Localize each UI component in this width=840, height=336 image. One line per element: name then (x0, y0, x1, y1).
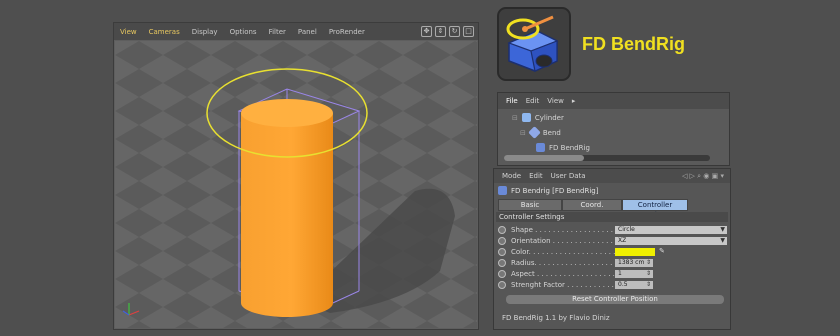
param-label: Strenght Factor . . . . . . . . . . . . … (511, 281, 616, 289)
menu-cameras[interactable]: Cameras (149, 28, 186, 36)
param-shape: Shape . . . . . . . . . . . . . . . . . … (498, 225, 728, 235)
tree-expander-icon[interactable]: ⊟ (512, 114, 518, 122)
menu-edit[interactable]: Edit (526, 97, 540, 105)
strength-factor-field[interactable]: 0.5 ⇕ (615, 281, 653, 289)
menu-options[interactable]: Options (230, 28, 263, 36)
tree-item-label: Bend (542, 128, 561, 137)
stepper-icon[interactable]: ⇕ (646, 281, 651, 289)
param-orientation: Orientation . . . . . . . . . . . . . . … (498, 236, 728, 246)
stepper-icon[interactable]: ⇕ (646, 270, 651, 278)
tab-basic[interactable]: Basic (498, 199, 562, 211)
cylinder-object[interactable] (241, 99, 333, 317)
bendrig-icon (536, 143, 545, 152)
shape-dropdown[interactable]: Circle ▼ (615, 226, 727, 234)
tree-item-label: FD BendRig (549, 143, 590, 152)
object-name-line: FD Bendrig [FD BendRig] (498, 186, 598, 195)
param-aspect: Aspect . . . . . . . . . . . . . . . . .… (498, 269, 728, 279)
radius-field[interactable]: 1383 cm ⇕ (615, 259, 653, 267)
menu-panel[interactable]: Panel (298, 28, 323, 36)
menu-file[interactable]: File (506, 97, 518, 105)
param-label: Aspect . . . . . . . . . . . . . . . . .… (511, 270, 616, 278)
field-value: 1383 cm (618, 259, 645, 266)
stepper-icon[interactable]: ⇕ (646, 259, 651, 267)
dropdown-value: Circle (618, 226, 635, 233)
color-swatch[interactable] (615, 248, 655, 256)
menu-filter[interactable]: Filter (269, 28, 292, 36)
param-label: Radius. . . . . . . . . . . . . . . . . … (511, 259, 616, 267)
viewport-panel: View Cameras Display Options Filter Pane… (113, 22, 479, 330)
chevron-down-icon: ▼ (720, 237, 725, 244)
viewport-scene[interactable] (115, 41, 477, 328)
tree-item-bend[interactable]: ⊟ Bend (520, 126, 561, 139)
rotate-icon[interactable]: ↻ (449, 26, 460, 37)
bend-icon (528, 126, 541, 139)
chevron-right-icon[interactable]: ▸ (572, 97, 576, 105)
menu-edit[interactable]: Edit (529, 172, 543, 180)
object-name-label: FD Bendrig [FD BendRig] (511, 186, 599, 195)
param-strength-factor: Strenght Factor . . . . . . . . . . . . … (498, 280, 728, 290)
menu-mode[interactable]: Mode (502, 172, 521, 180)
move-icon[interactable]: ✥ (421, 26, 432, 37)
toolbar-icons[interactable]: ◁ ▷ ⌕ ◉ ▣ ▾ (682, 172, 724, 181)
animate-radio[interactable] (498, 281, 506, 289)
animate-radio[interactable] (498, 226, 506, 234)
tree-item-label: Cylinder (534, 113, 564, 122)
attribute-manager: Mode Edit User Data ◁ ▷ ⌕ ◉ ▣ ▾ FD Bendr… (493, 168, 731, 330)
tab-coord[interactable]: Coord. (562, 199, 622, 211)
menu-display[interactable]: Display (192, 28, 224, 36)
cylinder-icon (521, 113, 531, 122)
param-radius: Radius. . . . . . . . . . . . . . . . . … (498, 258, 728, 268)
menu-user-data[interactable]: User Data (551, 172, 586, 180)
maximize-icon[interactable]: □ (463, 26, 474, 37)
bendrig-logo-icon (506, 15, 559, 72)
tree-item-cylinder[interactable]: ⊟ Cylinder (512, 113, 564, 122)
animate-radio[interactable] (498, 237, 506, 245)
tab-controller-settings[interactable]: Controller Settings (622, 199, 688, 219)
param-color: Color. . . . . . . . . . . . . . . . . .… (498, 247, 728, 257)
bendrig-icon (498, 186, 507, 195)
reset-controller-position-button[interactable]: Reset Controller Position (506, 295, 724, 304)
attribute-manager-menubar: Mode Edit User Data ◁ ▷ ⌕ ◉ ▣ ▾ (494, 169, 730, 183)
param-label: Shape . . . . . . . . . . . . . . . . . … (511, 226, 616, 234)
animate-radio[interactable] (498, 270, 506, 278)
viewport-nav-icons: ✥ ⇕ ↻ □ (421, 26, 474, 37)
menu-view[interactable]: View (547, 97, 564, 105)
field-value: 1 (618, 270, 622, 277)
object-manager-menubar: File Edit View ▸ (498, 93, 729, 109)
tree-item-fd-bendrig[interactable]: FD BendRig (536, 143, 590, 152)
scrollbar-thumb[interactable] (504, 155, 584, 161)
menu-view[interactable]: View (120, 28, 143, 36)
param-label: Color. . . . . . . . . . . . . . . . . .… (511, 248, 616, 256)
zoom-icon[interactable]: ⇕ (435, 26, 446, 37)
horizontal-scrollbar[interactable] (504, 155, 710, 161)
orientation-dropdown[interactable]: XZ ▼ (615, 237, 727, 245)
menu-prorender[interactable]: ProRender (329, 28, 371, 36)
param-label: Orientation . . . . . . . . . . . . . . … (511, 237, 616, 245)
section-header: Controller Settings (496, 212, 728, 222)
aspect-field[interactable]: 1 ⇕ (615, 270, 653, 278)
logo (497, 7, 571, 81)
field-value: 0.5 (618, 281, 628, 288)
tree-expander-icon[interactable]: ⊟ (520, 129, 526, 137)
app-title: FD BendRig (582, 34, 685, 54)
animate-radio[interactable] (498, 248, 506, 256)
eyedropper-icon[interactable]: ✎ (659, 247, 665, 255)
dropdown-value: XZ (618, 237, 627, 244)
plugin-credit: FD BendRig 1.1 by Flavio Diniz (502, 314, 610, 322)
chevron-down-icon: ▼ (720, 226, 725, 233)
animate-radio[interactable] (498, 259, 506, 267)
object-manager: File Edit View ▸ ⊟ Cylinder ⊟ Bend FD Be… (497, 92, 730, 166)
